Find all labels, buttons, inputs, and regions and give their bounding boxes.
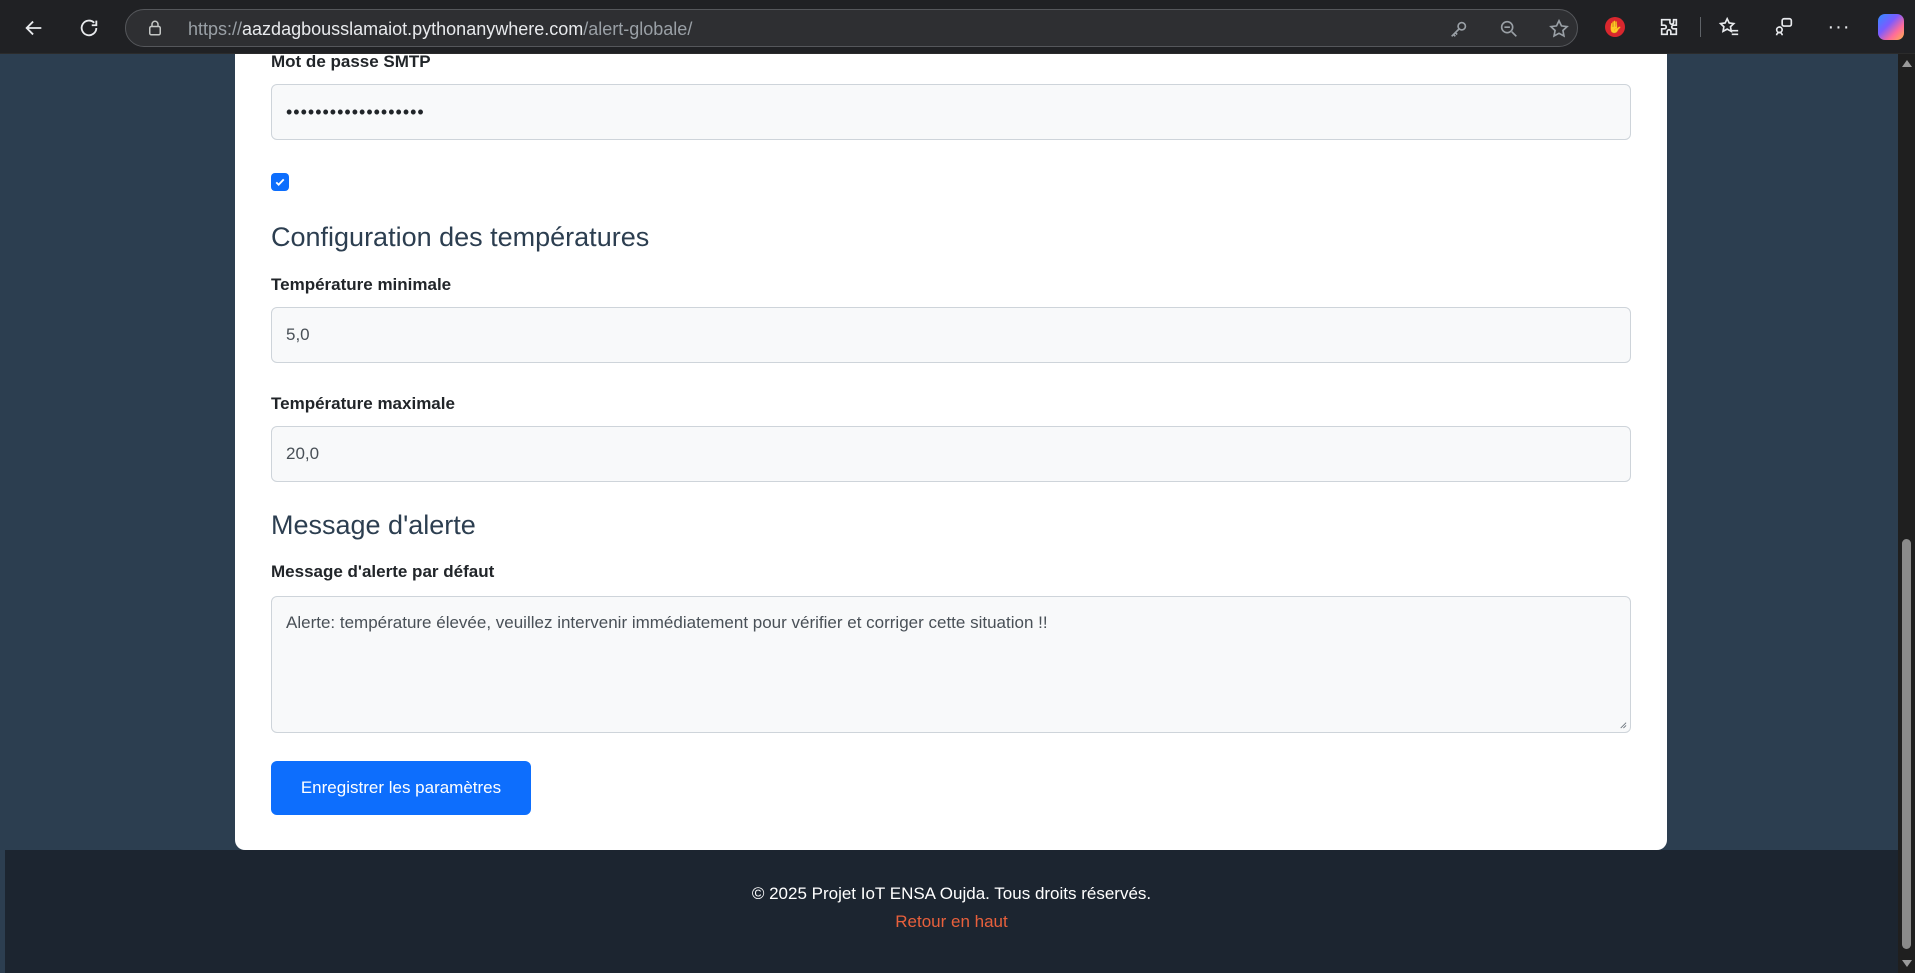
copilot-icon <box>1878 14 1904 40</box>
page-scrollbar[interactable] <box>1898 54 1915 973</box>
url-text[interactable]: https://aazdagbousslamaiot.pythonanywher… <box>188 19 692 40</box>
alert-message-label: Message d'alerte par défaut <box>271 562 495 581</box>
star-icon[interactable] <box>1548 18 1570 40</box>
copilot-button[interactable] <box>1878 14 1904 40</box>
temp-max-input[interactable]: 20,0 <box>271 426 1631 482</box>
temperature-section-title: Configuration des températures <box>271 222 650 252</box>
lock-icon[interactable] <box>146 19 164 37</box>
stop-hand-icon: ✋ <box>1605 17 1625 37</box>
back-button[interactable] <box>17 11 51 45</box>
temp-min-label: Température minimale <box>271 275 452 294</box>
more-button[interactable]: ··· <box>1826 14 1852 40</box>
key-icon[interactable] <box>1448 18 1470 40</box>
scroll-down-icon[interactable] <box>1902 960 1912 967</box>
enable-checkbox[interactable] <box>271 173 289 191</box>
url-host: aazdagbousslamaiot.pythonanywhere.com <box>242 19 584 39</box>
smtp-password-label: Mot de passe SMTP <box>271 52 431 71</box>
url-path: /alert-globale/ <box>583 19 693 39</box>
collections-button[interactable] <box>1771 14 1797 40</box>
checkmark-icon <box>275 178 285 186</box>
scroll-thumb[interactable] <box>1902 539 1911 949</box>
smtp-password-input[interactable]: ••••••••••••••••••• <box>271 84 1631 140</box>
address-bar[interactable]: https://aazdagbousslamaiot.pythonanywher… <box>125 9 1578 47</box>
alert-message-textarea[interactable]: Alerte: température élevée, veuillez int… <box>271 596 1631 733</box>
collections-icon <box>1775 17 1793 36</box>
extensions-button[interactable] <box>1656 14 1682 40</box>
zoom-out-icon[interactable] <box>1498 18 1520 40</box>
toolbar-divider <box>1700 17 1701 37</box>
extension-stop-button[interactable]: ✋ <box>1602 14 1628 40</box>
arrow-left-icon <box>25 20 42 36</box>
reload-button[interactable] <box>72 11 106 45</box>
alert-section-title: Message d'alerte <box>271 510 476 540</box>
back-to-top-link[interactable]: Retour en haut <box>5 912 1898 932</box>
url-prefix: https:// <box>188 19 243 39</box>
temp-min-input[interactable]: 5,0 <box>271 307 1631 363</box>
temp-max-label: Température maximale <box>271 394 455 413</box>
footer: © 2025 Projet IoT ENSA Oujda. Tous droit… <box>5 850 1898 973</box>
browser-toolbar: https://aazdagbousslamaiot.pythonanywher… <box>0 0 1915 54</box>
alert-message-text: Alerte: température élevée, veuillez int… <box>286 613 1048 632</box>
puzzle-icon <box>1660 18 1678 36</box>
more-icon: ··· <box>1827 15 1851 38</box>
favorites-button[interactable] <box>1716 14 1742 40</box>
settings-card: Mot de passe SMTP ••••••••••••••••••• Co… <box>235 52 1667 850</box>
page-body: Mot de passe SMTP ••••••••••••••••••• Co… <box>5 52 1898 973</box>
save-settings-button[interactable]: Enregistrer les paramètres <box>271 761 531 815</box>
favorites-icon <box>1718 16 1739 36</box>
footer-copyright: © 2025 Projet IoT ENSA Oujda. Tous droit… <box>751 884 1152 903</box>
scroll-up-icon[interactable] <box>1902 60 1912 67</box>
resize-grip-icon[interactable] <box>1618 720 1627 729</box>
reload-icon <box>80 19 98 37</box>
